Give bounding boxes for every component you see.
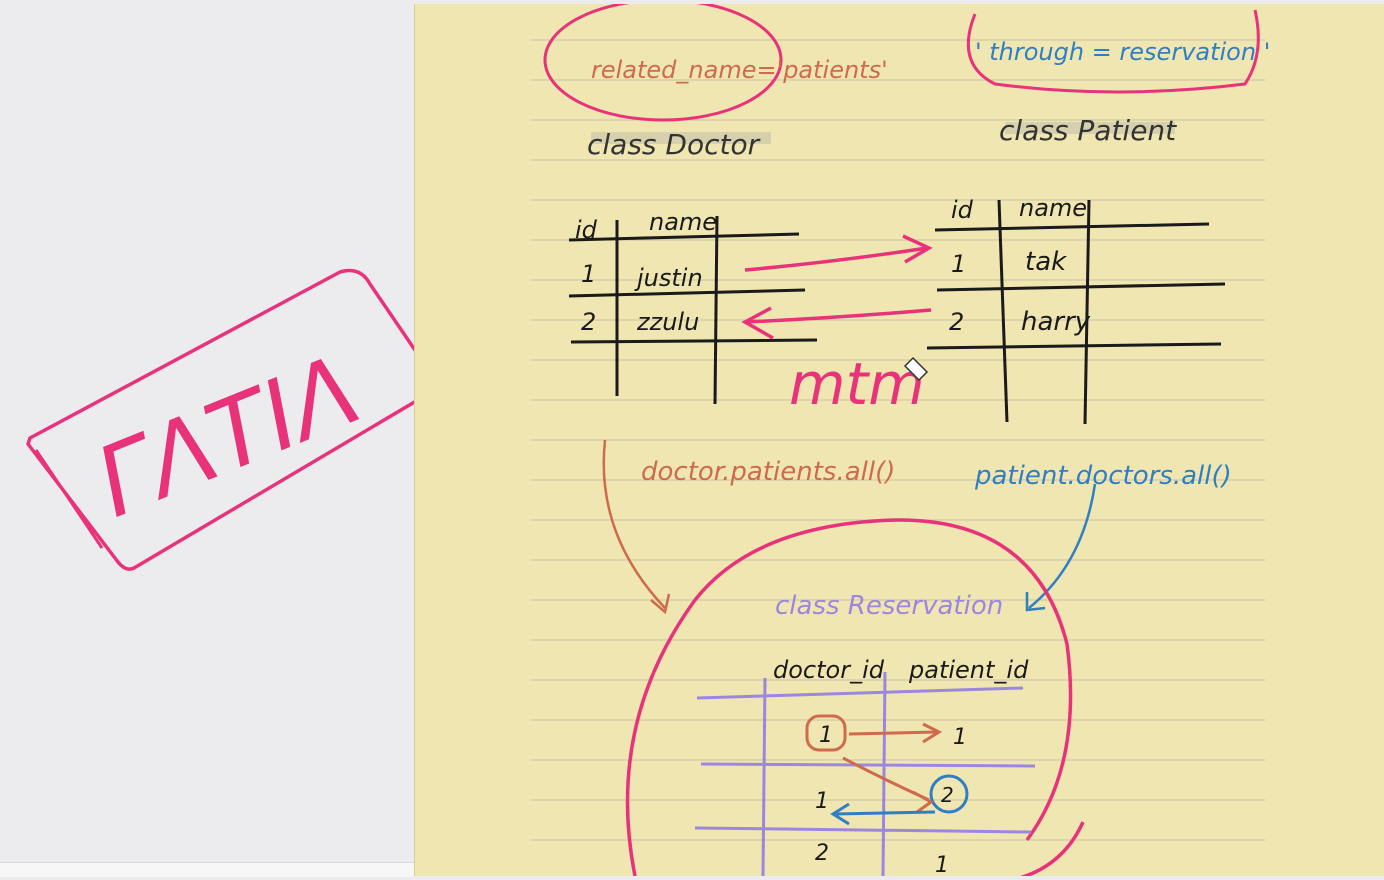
doctor-row2-id: 2 bbox=[581, 308, 596, 336]
reservation-row3-doctor: 2 bbox=[815, 841, 829, 866]
drawing-canvas[interactable]: ΓΛΤΙΛ related_name='patients' ' through … bbox=[0, 0, 1384, 880]
doctor-query: doctor.patients.all() bbox=[641, 457, 895, 487]
reservation-header-patient: patient_id bbox=[908, 656, 1029, 684]
reservation-table bbox=[694, 671, 1036, 877]
reservation-row1-doctor: 1 bbox=[819, 723, 833, 748]
class-patient-title: class Patient bbox=[999, 114, 1177, 147]
reservation-circle bbox=[625, 518, 1085, 880]
doctor-row1-id: 1 bbox=[581, 260, 596, 288]
arrow-patient-query bbox=[1028, 483, 1097, 609]
patient-row2-id: 2 bbox=[949, 308, 964, 336]
class-reservation-title: class Reservation bbox=[775, 591, 1003, 621]
patient-row2-name: harry bbox=[1021, 307, 1091, 337]
arrow-doctor-to-patient bbox=[744, 246, 928, 272]
left-sticker: ΓΛΤΙΛ bbox=[26, 268, 414, 571]
doctor-row2-name: zzulu bbox=[636, 308, 699, 336]
patient-header-name: name bbox=[1019, 194, 1087, 222]
patient-header-id: id bbox=[951, 196, 974, 224]
mtm-label: mtm bbox=[789, 350, 925, 418]
doctor-header-id: id bbox=[575, 216, 598, 244]
reservation-row2-patient: 2 bbox=[941, 783, 954, 807]
reservation-row3-patient: 1 bbox=[935, 853, 949, 876]
class-doctor-title: class Doctor bbox=[587, 128, 761, 161]
notebook-svg: related_name='patients' ' through = rese… bbox=[531, 0, 1270, 880]
patient-query: patient.doctors.all() bbox=[974, 461, 1232, 491]
reservation-header-doctor: doctor_id bbox=[773, 656, 885, 684]
patient-row1-name: tak bbox=[1025, 247, 1067, 277]
reservation-row2-doctor: 1 bbox=[815, 789, 829, 814]
notebook-page: related_name='patients' ' through = rese… bbox=[414, 0, 1384, 880]
doctor-row1-name: justin bbox=[634, 264, 703, 292]
through-text: ' through = reservation ' bbox=[975, 38, 1270, 66]
related-name-text: related_name='patients' bbox=[591, 56, 888, 84]
reservation-row1-patient: 1 bbox=[953, 725, 967, 750]
doctor-header-name: name bbox=[649, 208, 717, 236]
sticker-text: ΓΛΤΙΛ bbox=[81, 334, 375, 540]
patient-row1-id: 1 bbox=[951, 250, 966, 278]
